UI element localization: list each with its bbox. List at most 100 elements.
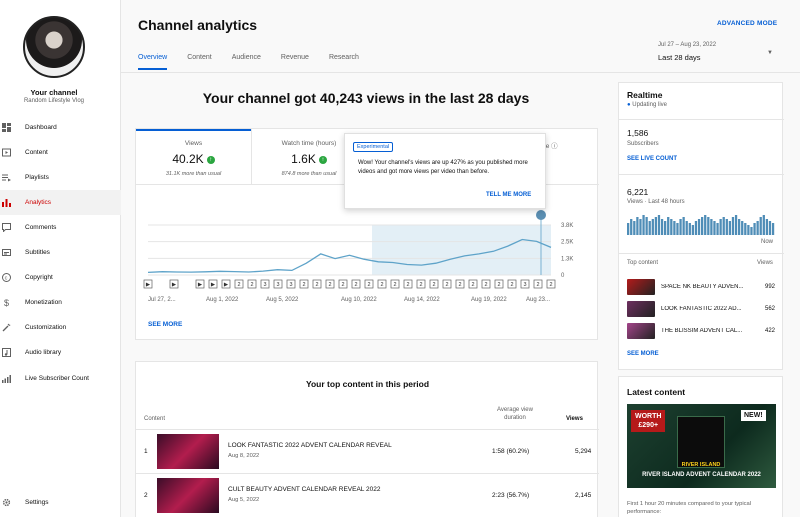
realtime-bar [633,221,636,235]
realtime-bar [697,219,701,235]
upload-marker-label: 2 [484,282,487,288]
sidebar-item-monetization[interactable]: $ Monetization [0,290,121,315]
realtime-title: Realtime [627,90,663,100]
sidebar-item-dashboard[interactable]: Dashboard [0,115,121,140]
advanced-mode-button[interactable]: ADVANCED MODE [717,20,777,27]
tab-content[interactable]: Content [187,54,212,70]
x-tick-label: Aug 14, 2022 [404,297,440,303]
upload-marker[interactable] [157,280,165,288]
table-row[interactable]: 2 CULT BEAUTY ADVENT CALENDAR REVEAL 2022… [136,473,599,515]
realtime-bar [639,219,642,235]
realtime-bar [642,215,645,235]
see-live-count-link[interactable]: SEE LIVE COUNT [627,156,677,162]
latest-content-title: Latest content [627,387,686,397]
x-tick-label: Aug 1, 2022 [206,297,239,303]
see-more-link[interactable]: SEE MORE [148,321,182,328]
sidebar-item-label: Dashboard [25,124,57,131]
tab-overview[interactable]: Overview [138,54,168,70]
realtime-bar [744,223,747,235]
date-range-label[interactable]: Last 28 days [658,53,701,62]
experimental-badge: Experimental [353,142,394,152]
realtime-bar [630,219,633,235]
realtime-bar [768,221,772,235]
realtime-bar-chart[interactable] [627,213,775,235]
sidebar: Your channel Random Lifestyle Vlog Dashb… [0,0,121,517]
metric-comparison: 31.1K more than usual [165,171,222,177]
upload-marker-label: 2 [328,282,331,288]
channel-description: Random Lifestyle Vlog [23,98,85,104]
tab-audience[interactable]: Audience [232,54,261,70]
realtime-bar [657,215,661,235]
latest-video-thumbnail[interactable]: WORTH £290+ NEW! RIVER ISLAND RIVER ISLAN… [627,404,776,488]
realtime-content-item[interactable]: THE BLISSIM ADVENT CAL... 422 [627,323,775,339]
tab-research[interactable]: Research [329,54,359,70]
realtime-bar [682,217,685,235]
tab-revenue[interactable]: Revenue [281,54,309,70]
sidebar-item-content[interactable]: Content [0,140,121,165]
realtime-bar [710,219,713,235]
top-content-title: Your top content in this period [305,379,430,389]
metric-views[interactable]: Views 40.2K ↑ 31.1K more than usual [136,129,251,184]
realtime-bar [691,225,695,235]
metric-number: 40.2K [172,152,204,166]
realtime-content-item[interactable]: SPACE NK BEAUTY ADVEN... 992 [627,279,775,295]
top-content-card: Your top content in this period Content … [135,361,599,517]
date-range-text: Jul 27 – Aug 23, 2022 [658,42,717,48]
sidebar-item-label: Audio library [25,349,62,356]
sidebar-item-comments[interactable]: Comments [0,215,121,240]
channel-name: Your channel [30,88,78,97]
upload-marker-label: 2 [471,282,474,288]
sidebar-item-customization[interactable]: Customization [0,315,121,340]
realtime-bar [685,221,688,235]
sidebar-item-subtitles[interactable]: Subtitles [0,240,121,265]
y-tick-label: 2.5K [561,240,573,246]
layers-icon[interactable] [536,210,546,220]
sidebar-item-audio-library[interactable]: Audio library [0,340,121,365]
copyright-icon: c [2,273,11,282]
column-header-views: Views [566,416,583,422]
tell-me-more-button[interactable]: TELL ME MORE [486,192,531,198]
realtime-bar [648,221,651,235]
realtime-bar [738,219,741,235]
svg-text:c: c [5,276,8,282]
upload-marker-label: 3 [276,282,279,288]
realtime-status: ● Updating live [627,102,667,108]
sidebar-item-label: Subtitles [25,249,50,256]
video-thumbnail [157,434,219,469]
upload-marker[interactable] [183,280,191,288]
row-rank: 2 [144,492,148,499]
video-title: THE BLISSIM ADVENT CAL... [661,328,743,334]
realtime-bar [654,217,658,235]
upload-marker-label: 3 [289,282,292,288]
x-tick-label: Aug 23... [526,297,550,303]
sidebar-item-playlists[interactable]: Playlists [0,165,121,190]
x-tick-label: Aug 19, 2022 [471,297,507,303]
customization-icon [2,323,11,332]
views-48h-count: 6,221 [627,187,649,197]
sidebar-item-analytics[interactable]: Analytics [0,190,121,215]
thumbnail-worth-badge: WORTH £290+ [631,410,666,432]
chevron-down-icon[interactable]: ▼ [767,50,773,56]
views-line-chart[interactable]: 3.8K2.5K1.3K0▶ ▶ ▶ ▶ ▶ 2 2 3 3 3 2 2 2 2 2 2 2 2 2 2 2 2 2 2 2 2 2… [136,207,599,307]
gear-icon [2,498,11,507]
sidebar-item-copyright[interactable]: c Copyright [0,265,121,290]
arrow-up-icon: ↑ [318,155,327,164]
x-tick-label: Jul 27, 2... [148,297,176,303]
realtime-bar [716,223,719,235]
realtime-bar [741,221,744,235]
channel-avatar[interactable] [23,16,85,78]
y-tick-label: 1.3K [561,256,573,262]
table-row[interactable]: 1 LOOK FANTASTIC 2022 ADVENT CALENDAR REV… [136,429,599,471]
upload-marker-label: 2 [341,282,344,288]
sidebar-item-live-subscriber-count[interactable]: Live Subscriber Count [0,366,121,391]
playlists-icon [2,173,11,182]
realtime-bar [713,221,716,235]
sidebar-item-settings[interactable]: Settings [0,490,121,515]
sidebar-item-label: Copyright [25,274,53,281]
subtitles-icon [2,248,11,257]
upload-marker-label: 2 [380,282,383,288]
realtime-see-more-link[interactable]: SEE MORE [627,351,659,357]
realtime-bar [728,221,732,235]
realtime-content-item[interactable]: LOOK FANTASTIC 2022 AD... 562 [627,301,775,317]
sidebar-item-label: Analytics [25,199,52,206]
